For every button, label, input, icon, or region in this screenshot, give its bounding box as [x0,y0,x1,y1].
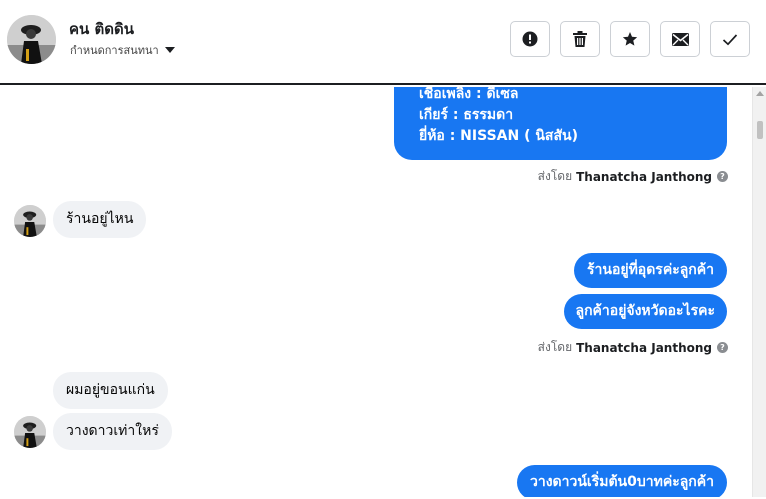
help-icon[interactable]: ? [717,342,728,353]
help-icon[interactable]: ? [717,171,728,182]
scrollbar-thumb[interactable] [757,121,763,139]
star-icon [622,32,638,46]
checkmark-icon [722,33,738,45]
contact-avatar-small [14,416,46,448]
outgoing-message: ลูกค้าอยู่จังหวัดอะไรคะ [563,294,727,329]
sent-by-label: ส่งโดย Thanatcha Janthong ? [538,338,728,357]
conversation-header: คน ติดดิน กำหนดการสนทนา [0,0,766,85]
conversation-menu-dropdown[interactable]: กำหนดการสนทนา [70,41,175,59]
contact-name[interactable]: คน ติดดิน [69,17,134,41]
incoming-message: ผมอยู่ขอนแก่น [53,372,168,409]
sent-by-label: ส่งโดย Thanatcha Janthong ? [538,167,728,186]
caret-down-icon [164,47,175,53]
car-details-message: เชื้อเพลิง : ดีเซล เกียร์ : ธรรมดา ยี่ห้… [394,87,727,160]
gear-line: เกียร์ : ธรรมดา [419,107,514,123]
outgoing-message: วางดาวน์เริ่มต้น0บาทค่ะลูกค้า [516,465,727,497]
mark-unread-button[interactable] [660,21,700,57]
scroll-up-arrow-icon[interactable] [756,91,764,96]
brand-line: ยี่ห้อ : NISSAN ( นิสสัน) [419,128,578,144]
contact-avatar-small [14,205,46,237]
sender-name: Thanatcha Janthong [576,169,712,184]
mark-done-button[interactable] [710,21,750,57]
fuel-line: เชื้อเพลิง : ดีเซล [419,87,519,102]
message-thread[interactable]: เชื้อเพลิง : ดีเซล เกียร์ : ธรรมดา ยี่ห้… [0,87,752,497]
trash-icon [573,31,587,47]
conversation-menu-label: กำหนดการสนทนา [70,44,159,57]
incoming-message: ร้านอยู่ไหน [53,201,147,238]
outgoing-message: ร้านอยู่ที่อุดรค่ะลูกค้า [574,253,727,288]
chat-scrollbar[interactable] [752,87,766,497]
mark-spam-button[interactable] [510,21,550,57]
delete-button[interactable] [560,21,600,57]
contact-avatar[interactable] [7,15,56,64]
alert-circle-icon [522,31,538,47]
incoming-message: วางดาวเท่าใหร่ [53,413,172,450]
envelope-icon [671,32,689,46]
star-button[interactable] [610,21,650,57]
header-actions [510,21,750,57]
sender-name: Thanatcha Janthong [576,340,712,355]
